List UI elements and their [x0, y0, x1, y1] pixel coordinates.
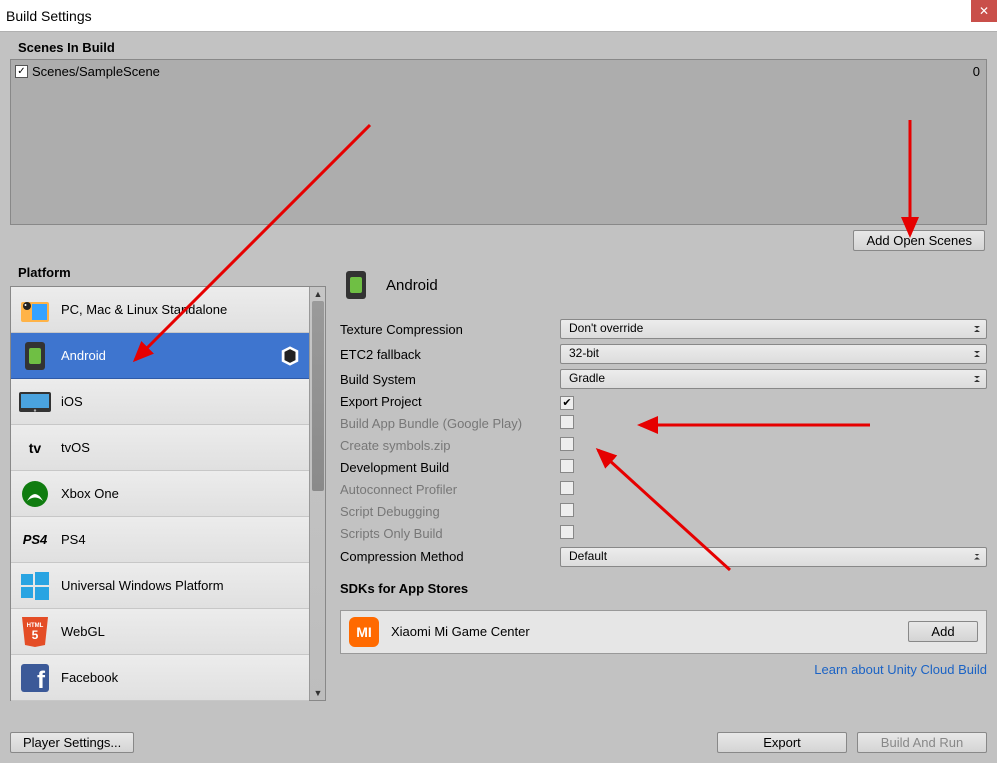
title-bar: Build Settings ✕	[0, 0, 997, 32]
sdks-section-label: SDKs for App Stores	[340, 577, 987, 600]
scroll-down-icon[interactable]: ▼	[310, 686, 326, 700]
scene-checkbox[interactable]: ✓	[15, 65, 28, 78]
platform-list: PC, Mac & Linux Standalone Android iOS	[10, 286, 326, 701]
scene-name: Scenes/SampleScene	[32, 64, 160, 79]
facebook-icon: f	[19, 662, 51, 694]
platform-heading-label: Android	[386, 277, 438, 294]
platform-item-standalone[interactable]: PC, Mac & Linux Standalone	[11, 287, 309, 333]
platform-heading: Android	[340, 269, 987, 301]
etc2-fallback-select[interactable]: 32-bit	[560, 344, 987, 364]
autoconnect-profiler-checkbox	[560, 481, 574, 495]
platform-item-tvos[interactable]: tv tvOS	[11, 425, 309, 471]
script-debugging-checkbox	[560, 503, 574, 517]
platform-item-facebook[interactable]: f Facebook	[11, 655, 309, 701]
platform-label: Xbox One	[61, 486, 119, 501]
compression-method-select[interactable]: Default	[560, 547, 987, 567]
platform-label: iOS	[61, 394, 83, 409]
scripts-only-build-checkbox	[560, 525, 574, 539]
cloud-build-link[interactable]: Learn about Unity Cloud Build	[814, 662, 987, 677]
development-build-label: Development Build	[340, 460, 560, 475]
webgl-icon: HTML5	[19, 616, 51, 648]
export-project-checkbox[interactable]: ✔	[560, 396, 574, 410]
build-system-label: Build System	[340, 372, 560, 387]
scenes-section-label: Scenes In Build	[10, 36, 987, 59]
svg-text:5: 5	[32, 628, 39, 642]
svg-text:f: f	[37, 667, 46, 692]
texture-compression-select[interactable]: Don't override	[560, 319, 987, 339]
scenes-list[interactable]: ✓ Scenes/SampleScene 0	[10, 59, 987, 225]
platform-label: Universal Windows Platform	[61, 578, 224, 593]
standalone-icon	[19, 294, 51, 326]
platform-item-webgl[interactable]: HTML5 WebGL	[11, 609, 309, 655]
windows-icon	[19, 570, 51, 602]
platform-label: tvOS	[61, 440, 90, 455]
script-debugging-label: Script Debugging	[340, 504, 560, 519]
android-icon	[19, 340, 51, 372]
close-icon: ✕	[979, 4, 989, 18]
ios-icon	[19, 386, 51, 418]
autoconnect-profiler-label: Autoconnect Profiler	[340, 482, 560, 497]
sdk-name: Xiaomi Mi Game Center	[391, 624, 530, 639]
build-and-run-button[interactable]: Build And Run	[857, 732, 987, 753]
sdk-add-button[interactable]: Add	[908, 621, 978, 642]
scripts-only-build-label: Scripts Only Build	[340, 526, 560, 541]
platform-item-uwp[interactable]: Universal Windows Platform	[11, 563, 309, 609]
platform-label: PC, Mac & Linux Standalone	[61, 302, 227, 317]
scroll-thumb[interactable]	[312, 301, 324, 491]
platform-label: WebGL	[61, 624, 105, 639]
platform-item-ps4[interactable]: PS4 PS4	[11, 517, 309, 563]
texture-compression-label: Texture Compression	[340, 322, 560, 337]
platform-label: Android	[61, 348, 106, 363]
platform-item-ios[interactable]: iOS	[11, 379, 309, 425]
close-button[interactable]: ✕	[971, 0, 997, 22]
development-build-checkbox[interactable]	[560, 459, 574, 473]
scene-row[interactable]: ✓ Scenes/SampleScene 0	[13, 62, 984, 81]
scroll-up-icon[interactable]: ▲	[310, 287, 326, 301]
build-app-bundle-checkbox	[560, 415, 574, 429]
scene-index: 0	[973, 64, 980, 79]
sdk-row: MI Xiaomi Mi Game Center Add	[340, 610, 987, 654]
platform-label: PS4	[61, 532, 86, 547]
compression-method-label: Compression Method	[340, 549, 560, 564]
platform-scrollbar[interactable]: ▲ ▼	[309, 287, 325, 700]
xiaomi-icon: MI	[349, 617, 379, 647]
platform-item-android[interactable]: Android	[11, 333, 309, 379]
xbox-icon	[19, 478, 51, 510]
build-system-select[interactable]: Gradle	[560, 369, 987, 389]
platform-item-xboxone[interactable]: Xbox One	[11, 471, 309, 517]
create-symbols-checkbox	[560, 437, 574, 451]
android-icon	[340, 269, 372, 301]
ps4-icon: PS4	[19, 524, 51, 556]
platform-section-label: Platform	[10, 261, 326, 284]
add-open-scenes-button[interactable]: Add Open Scenes	[853, 230, 985, 251]
create-symbols-label: Create symbols.zip	[340, 438, 560, 453]
player-settings-button[interactable]: Player Settings...	[10, 732, 134, 753]
export-button[interactable]: Export	[717, 732, 847, 753]
platform-label: Facebook	[61, 670, 118, 685]
etc2-fallback-label: ETC2 fallback	[340, 347, 560, 362]
tvos-icon: tv	[19, 432, 51, 464]
export-project-label: Export Project	[340, 394, 560, 409]
window-title: Build Settings	[6, 8, 92, 24]
build-app-bundle-label: Build App Bundle (Google Play)	[340, 416, 560, 431]
unity-icon	[279, 345, 301, 367]
